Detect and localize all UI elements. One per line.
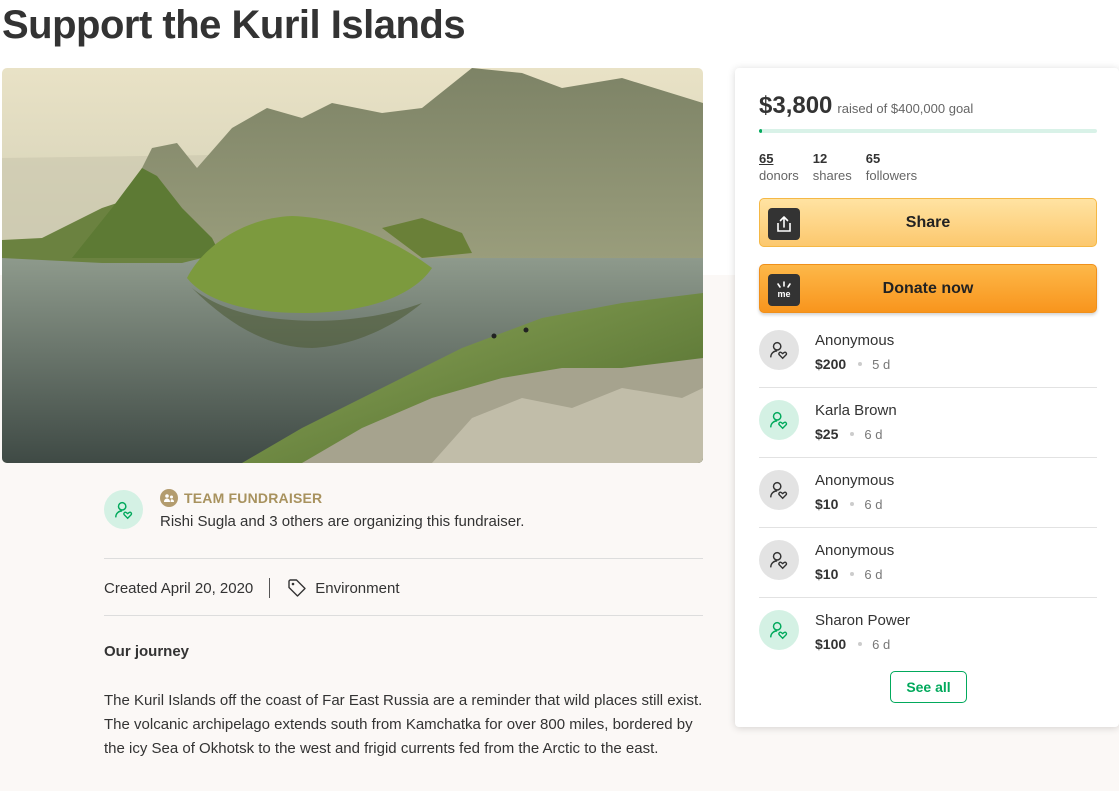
raised-summary: $3,800 raised of $400,000 goal: [759, 92, 973, 120]
share-label: Share: [905, 213, 951, 231]
created-date: Created April 20, 2020: [104, 579, 254, 597]
donor-name: Sharon Power: [815, 612, 911, 629]
stat-label: donors: [759, 168, 799, 183]
donation-time: 6 d: [864, 426, 883, 442]
tag-icon: [287, 578, 307, 598]
team-icon: [160, 489, 178, 507]
donation-amount: $10: [815, 566, 839, 582]
user-heart-icon: [770, 551, 788, 570]
divider: [104, 558, 703, 559]
donation-amount: $25: [815, 426, 839, 442]
dot-separator: [858, 362, 863, 366]
donation-detail: $25 6 d: [815, 426, 882, 442]
dot-separator: [850, 502, 855, 506]
donation-detail: $100 6 d: [815, 636, 890, 652]
category-link[interactable]: Environment: [315, 580, 399, 597]
stat-number: 65: [865, 151, 881, 166]
dot-separator: [850, 572, 855, 576]
campaign-stats: 65 donors 12 shares 65 followers: [759, 150, 931, 184]
donate-label: Donate now: [882, 279, 974, 297]
svg-text:me: me: [777, 289, 790, 299]
stat-label: shares: [812, 168, 852, 183]
donation-detail: $200 5 d: [815, 356, 890, 372]
progress-fill: [759, 129, 763, 133]
donation-time: 5 d: [872, 356, 891, 372]
donation-detail: $10 6 d: [815, 566, 882, 582]
organizer-text: Rishi Sugla and 3 others are organizing …: [160, 513, 525, 530]
share-upload-icon: [768, 208, 800, 240]
stat-followers: 65 followers: [866, 150, 917, 184]
user-heart-icon: [770, 341, 788, 360]
donation-amount: $10: [815, 496, 839, 512]
story-heading: Our journey: [104, 643, 190, 660]
user-heart-icon: [114, 501, 132, 519]
campaign-meta: Created April 20, 2020 Environment: [104, 578, 400, 598]
see-all-button[interactable]: See all: [890, 671, 967, 703]
donation-time: 6 d: [864, 566, 883, 582]
team-fundraiser-label: TEAM FUNDRAISER: [184, 490, 323, 506]
donation-sidebar: $3,800 raised of $400,000 goal 65 donors…: [735, 68, 1119, 727]
team-fundraiser-line: TEAM FUNDRAISER: [160, 489, 322, 507]
list-item: Sharon Power $100 6 d: [759, 598, 1097, 668]
donor-avatar: [759, 540, 799, 580]
stat-number: 65: [759, 151, 774, 166]
gofundme-logo-icon: me: [768, 274, 800, 306]
donor-avatar: [759, 330, 799, 370]
progress-bar: [759, 129, 1097, 133]
raised-amount: $3,800: [759, 92, 833, 119]
donate-button[interactable]: me Donate now: [759, 264, 1097, 313]
meta-separator: [269, 578, 271, 598]
user-heart-icon: [770, 621, 788, 640]
donor-avatar: [759, 610, 799, 650]
stat-label: followers: [865, 168, 918, 183]
list-item: Anonymous $10 6 d: [759, 528, 1097, 598]
donor-name: Anonymous: [815, 332, 895, 349]
story-body: The Kuril Islands off the coast of Far E…: [104, 692, 703, 757]
stat-shares: 12 shares: [813, 150, 852, 184]
page-title: Support the Kuril Islands: [2, 3, 466, 47]
donor-name: Anonymous: [815, 542, 895, 559]
share-button[interactable]: Share: [759, 198, 1097, 247]
donation-time: 6 d: [872, 636, 891, 652]
divider: [104, 615, 703, 616]
donor-avatar: [759, 470, 799, 510]
list-item: Anonymous $10 6 d: [759, 458, 1097, 528]
donor-name: Anonymous: [815, 472, 895, 489]
user-heart-icon: [770, 411, 788, 430]
dot-separator: [850, 432, 855, 436]
list-item: Karla Brown $25 6 d: [759, 388, 1097, 458]
organizer-section: TEAM FUNDRAISER Rishi Sugla and 3 others…: [104, 489, 704, 533]
goal-text: raised of $400,000 goal: [837, 101, 974, 116]
organizer-avatar: [104, 490, 143, 529]
user-heart-icon: [770, 481, 788, 500]
donation-detail: $10 6 d: [815, 496, 882, 512]
stat-number: 12: [812, 151, 828, 166]
donor-name: Karla Brown: [815, 402, 897, 419]
donation-time: 6 d: [864, 496, 883, 512]
hero-image: [2, 68, 703, 463]
donations-list: Anonymous $200 5 d Karla Brown $25 6 d A…: [759, 318, 1097, 668]
donor-avatar: [759, 400, 799, 440]
dot-separator: [858, 642, 863, 646]
donation-amount: $100: [815, 636, 847, 652]
list-item: Anonymous $200 5 d: [759, 318, 1097, 388]
stat-donors[interactable]: 65 donors: [759, 150, 799, 184]
donation-amount: $200: [815, 356, 847, 372]
